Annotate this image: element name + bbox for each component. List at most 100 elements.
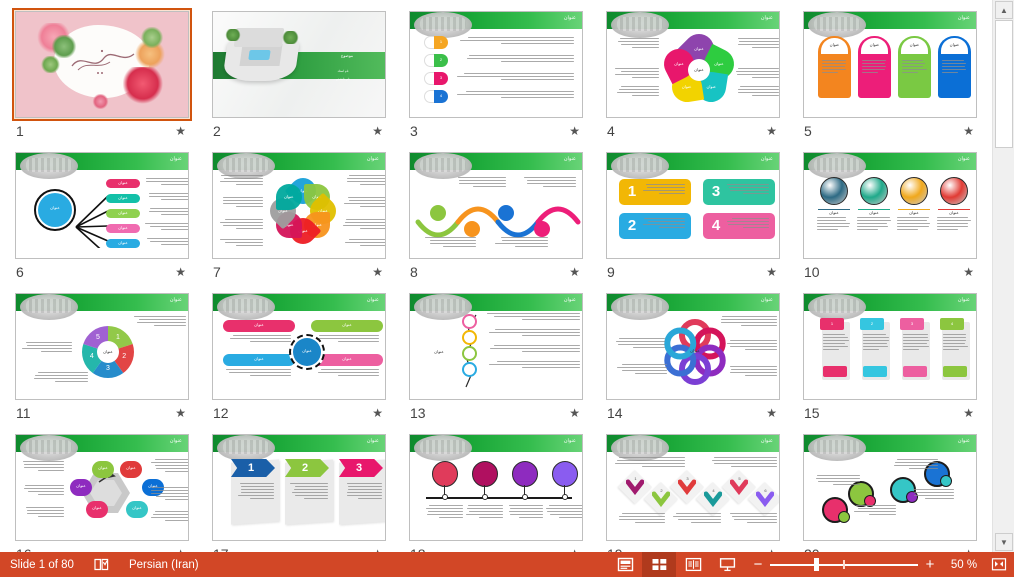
slide-thumbnail-16[interactable]: عنوان عنوان عنوان عنوان عنوان عنوان عنوان — [12, 431, 192, 544]
header-photo-image — [808, 153, 866, 179]
header-photo-image — [808, 435, 866, 461]
slide-cell-15[interactable]: عنوان 1 2 3 4 15 ★ — [800, 290, 980, 430]
scrollbar-thumb[interactable] — [995, 20, 1013, 148]
slide-meta-17: 17★ — [211, 545, 387, 552]
zoom-slider-handle[interactable] — [814, 558, 819, 571]
slide-meta-9: 9 ★ — [605, 263, 781, 287]
slide-thumbnail-14[interactable]: عنوان عنوان — [603, 290, 783, 403]
slide-cell-10[interactable]: عنوان عنوان عنوان عنوان عنوان 10 ★ — [800, 149, 980, 289]
slide-canvas-10: عنوان عنوان عنوان عنوان عنوان — [803, 152, 977, 259]
notes-book-icon[interactable] — [84, 552, 119, 577]
slide-cell-20[interactable]: عنوان 20★ — [800, 431, 980, 552]
slide-title-text: عنوان — [761, 438, 773, 444]
slide-meta-4: 4 ★ — [605, 122, 781, 146]
slide-title-text: عنوان — [958, 15, 970, 21]
zoom-slider[interactable] — [770, 558, 918, 571]
slide-transition-star-icon[interactable]: ★ — [963, 406, 974, 420]
header-photo-image — [808, 12, 866, 38]
zoom-out-button[interactable]: − — [752, 557, 764, 572]
slide-thumbnail-8[interactable]: عنوان — [406, 149, 586, 262]
slide-thumbnail-17[interactable]: عنوان 1 2 3 — [209, 431, 389, 544]
slide-thumbnail-3[interactable]: عنوان 1 2 3 4 — [406, 8, 586, 121]
slide-thumbnail-18[interactable]: عنوان — [406, 431, 586, 544]
slide-cell-16[interactable]: عنوانعنوانعنوانعنوانعنوانعنوانعنوان 16★ — [12, 431, 192, 552]
reading-view-icon[interactable] — [676, 552, 710, 577]
slide-thumbnail-12[interactable]: عنوان عنوان عنوان عنوان عنوان عنوان — [209, 290, 389, 403]
slide-cell-12[interactable]: عنوان عنوان عنوان عنوان عنوان عنوان 12 ★ — [209, 290, 389, 430]
slide-thumbnail-11[interactable]: عنوان 1 2 3 4 5 عنوان — [12, 290, 192, 403]
slide-thumbnail-9[interactable]: عنوان 1 3 2 4 — [603, 149, 783, 262]
slide-transition-star-icon[interactable]: ★ — [766, 406, 777, 420]
slide-transition-star-icon[interactable]: ★ — [766, 265, 777, 279]
slide-cell-4[interactable]: عنوان عنوان عنوان عنوان عنوان عنوان عنوان 4 ★ — [603, 8, 783, 148]
slide-transition-star-icon[interactable]: ★ — [372, 265, 383, 279]
slide-thumbnail-10[interactable]: عنوان عنوان عنوان عنوان عنوان — [800, 149, 980, 262]
scroll-up-arrow-icon[interactable]: ▲ — [995, 1, 1013, 19]
slide-thumbnail-15[interactable]: عنوان 1 2 3 4 — [800, 290, 980, 403]
slide-cell-13[interactable]: عنوان عنوان 13 ★ — [406, 290, 586, 430]
slide-meta-12: 12 ★ — [211, 404, 387, 428]
slide-cell-17[interactable]: عنوان123 17★ — [209, 431, 389, 552]
slide-thumbnail-1[interactable] — [12, 8, 192, 121]
slide-transition-star-icon[interactable]: ★ — [175, 265, 186, 279]
slide-meta-20: 20★ — [802, 545, 978, 552]
slide-thumbnail-4[interactable]: عنوان عنوان عنوان عنوان عنوان عنوان عنوان — [603, 8, 783, 121]
slide-meta-19: 19★ — [605, 545, 781, 552]
slide-cell-5[interactable]: عنوان عنوان عنوان عنوان عنوان 5 ★ — [800, 8, 980, 148]
slide-cell-19[interactable]: عنوان123456 19★ — [603, 431, 783, 552]
slide-transition-star-icon[interactable]: ★ — [372, 406, 383, 420]
slide-cell-14[interactable]: عنوان عنوان 14 ★ — [603, 290, 783, 430]
slide-title-text: عنوان — [564, 297, 576, 303]
zoom-control[interactable]: − + — [744, 557, 944, 572]
slide-transition-star-icon[interactable]: ★ — [963, 124, 974, 138]
slide-cell-7[interactable]: عنوان عنوان عنوان عنوان عنوان عنوان عنوان عنوان… — [209, 149, 389, 289]
slide-cell-1[interactable]: 1 ★ — [12, 8, 192, 148]
slide-thumbnail-7[interactable]: عنوان عنوان عنوان عنوان عنوان عنوان عنوان عنوان… — [209, 149, 389, 262]
slide-cell-9[interactable]: عنوان 1 3 2 4 9 ★ — [603, 149, 783, 289]
slide-cell-11[interactable]: عنوان 1 2 3 4 5 عنوان 11 ★ — [12, 290, 192, 430]
header-photo-image — [611, 12, 669, 38]
slide-thumbnail-2[interactable]: موضوع نام استاد نام دانشجو — [209, 8, 389, 121]
slide-transition-star-icon[interactable]: ★ — [766, 124, 777, 138]
slide-canvas-15: عنوان 1 2 3 4 — [803, 293, 977, 400]
slide-transition-star-icon[interactable]: ★ — [569, 124, 580, 138]
slide-thumbnail-13[interactable]: عنوان عنوان — [406, 290, 586, 403]
slide-title-text: عنوان — [958, 156, 970, 162]
slide-cell-8[interactable]: عنوان 8 ★ — [406, 149, 586, 289]
slide-sorter-canvas[interactable]: 1 ★ موضوع نام استاد نام دانشجو 2 ★ عنوان 1 2 3 4 3 ★ ع… — [0, 0, 992, 552]
header-photo-image — [217, 435, 275, 461]
slide-cell-6[interactable]: عنوان عنوان عنوان عنوان عنوان عنوان عنوان 6 ★ — [12, 149, 192, 289]
slide-meta-15: 15 ★ — [802, 404, 978, 428]
slide-transition-star-icon[interactable]: ★ — [569, 406, 580, 420]
slide-transition-star-icon[interactable]: ★ — [175, 124, 186, 138]
slide-title-text: عنوان — [564, 15, 576, 21]
slide-sorter-icon[interactable] — [642, 552, 676, 577]
slide-cell-18[interactable]: عنوان 18★ — [406, 431, 586, 552]
scroll-down-arrow-icon[interactable]: ▼ — [995, 533, 1013, 551]
slide-transition-star-icon[interactable]: ★ — [372, 124, 383, 138]
slide-transition-star-icon[interactable]: ★ — [569, 265, 580, 279]
slide-thumbnail-6[interactable]: عنوان عنوان عنوان عنوان عنوان عنوان عنوان — [12, 149, 192, 262]
slide-meta-3: 3 ★ — [408, 122, 584, 146]
slide-cell-2[interactable]: موضوع نام استاد نام دانشجو 2 ★ — [209, 8, 389, 148]
vertical-scrollbar[interactable]: ▲ ▼ — [992, 0, 1014, 552]
language-indicator[interactable]: Persian (Iran) — [119, 552, 209, 577]
zoom-in-button[interactable]: + — [924, 557, 936, 572]
slide-cell-3[interactable]: عنوان 1 2 3 4 3 ★ — [406, 8, 586, 148]
status-bar: Slide 1 of 80 Persian (Iran) − + 50 % — [0, 552, 1014, 577]
slide-transition-star-icon[interactable]: ★ — [963, 265, 974, 279]
slide-show-icon[interactable] — [710, 552, 744, 577]
slide-number-4: 4 — [607, 122, 615, 140]
slide-canvas-5: عنوان عنوان عنوان عنوان عنوان — [803, 11, 977, 118]
zoom-percent-label[interactable]: 50 % — [944, 559, 984, 571]
slide-number-9: 9 — [607, 263, 615, 281]
slide-canvas-6: عنوان عنوان عنوان عنوان عنوان عنوان عنوان — [15, 152, 189, 259]
slide-thumbnail-5[interactable]: عنوان عنوان عنوان عنوان عنوان — [800, 8, 980, 121]
slide-thumbnail-19[interactable]: عنوان 1 2 3 4 5 6 — [603, 431, 783, 544]
slide-thumbnail-20[interactable]: عنوان — [800, 431, 980, 544]
normal-view-icon[interactable] — [608, 552, 642, 577]
slide-transition-star-icon[interactable]: ★ — [175, 406, 186, 420]
slide-counter[interactable]: Slide 1 of 80 — [0, 552, 84, 577]
fit-to-window-icon[interactable] — [984, 552, 1014, 577]
slide-number-13: 13 — [410, 404, 426, 422]
